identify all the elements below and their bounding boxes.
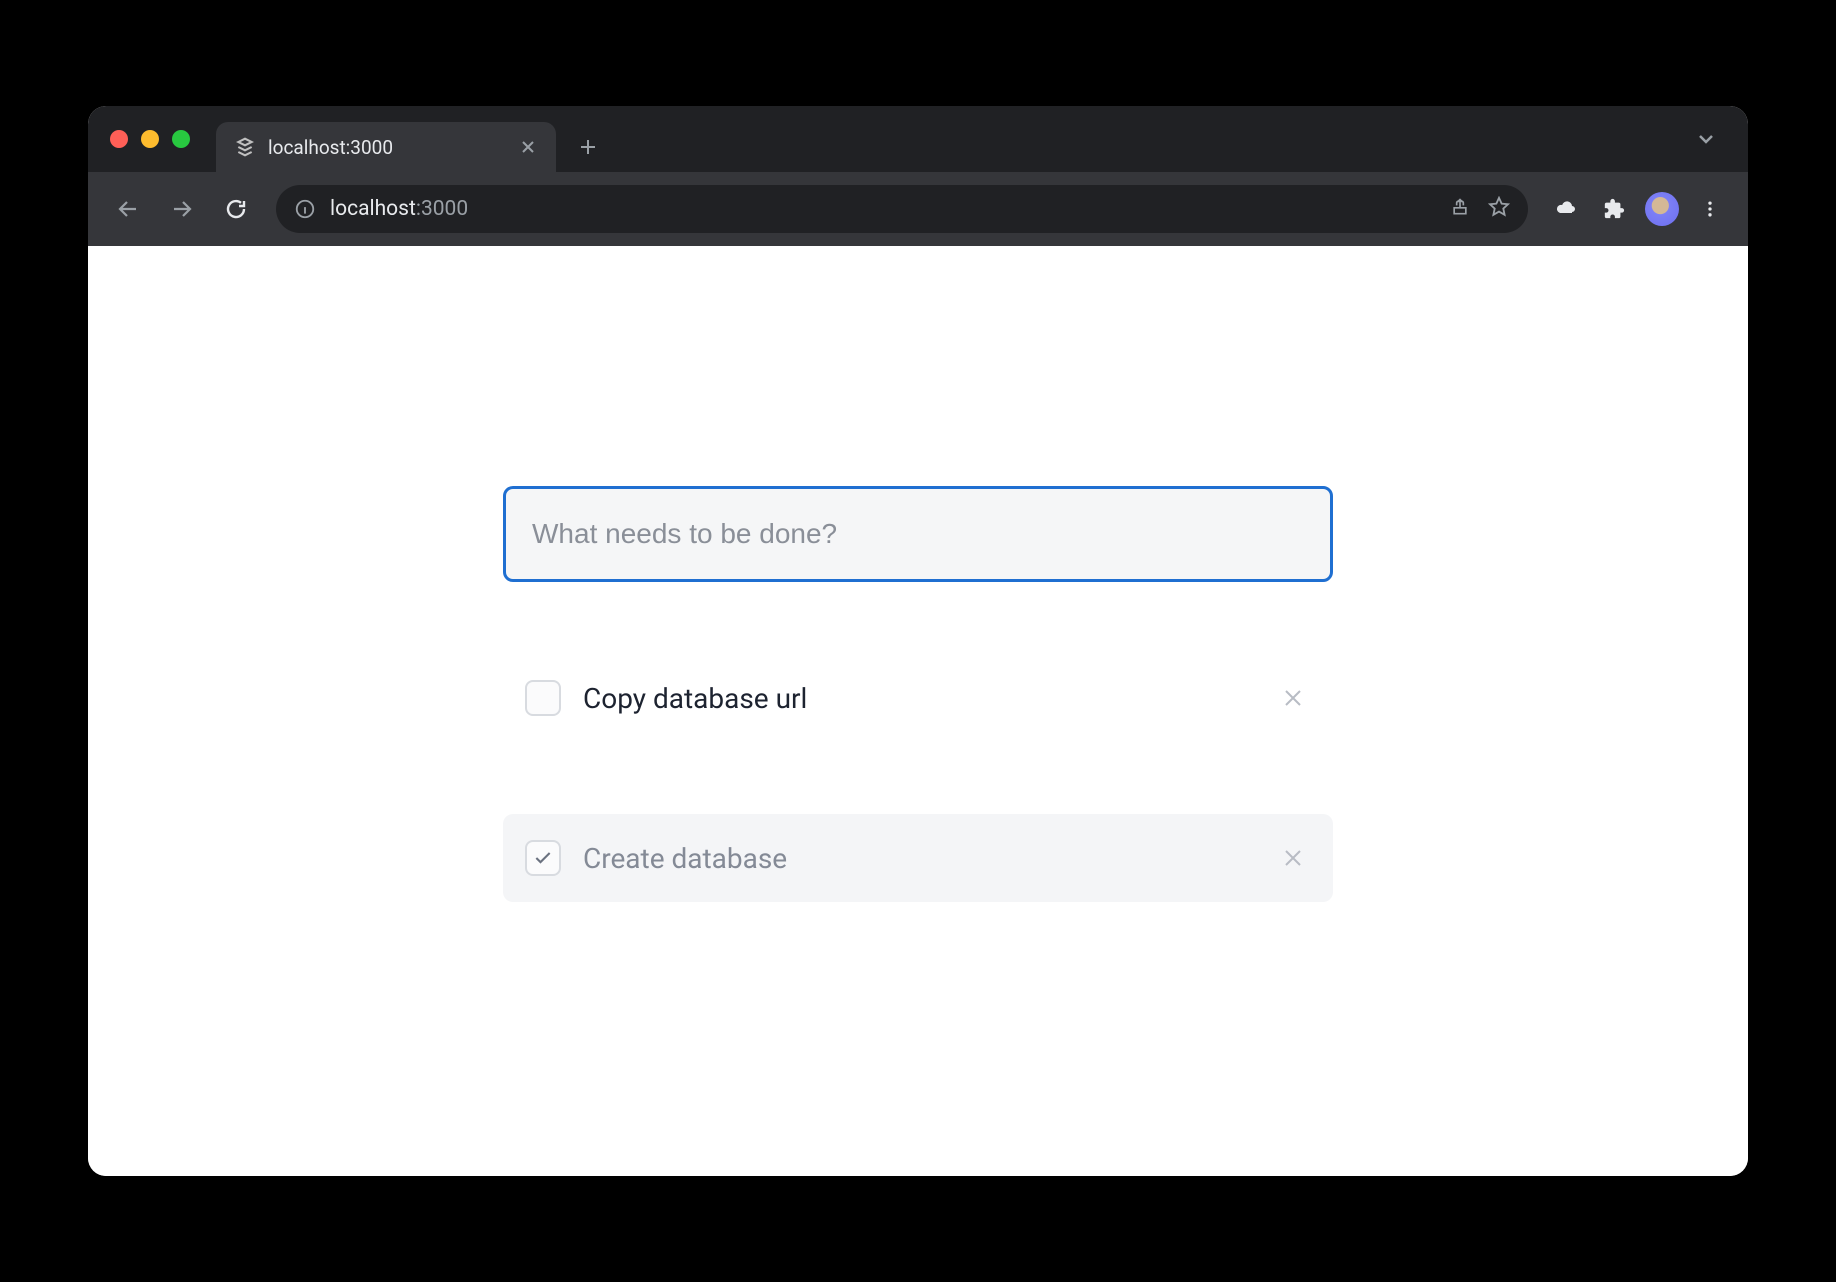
cloud-icon[interactable]: [1546, 189, 1586, 229]
forward-button[interactable]: [160, 187, 204, 231]
tab-close-button[interactable]: [518, 137, 538, 157]
back-button[interactable]: [106, 187, 150, 231]
url-text: localhost:3000: [330, 197, 468, 221]
omnibox-actions: [1450, 196, 1510, 222]
page-content: Copy database url Create database: [88, 246, 1748, 1176]
window-controls: [110, 130, 190, 148]
share-icon[interactable]: [1450, 197, 1470, 221]
browser-window: localhost:3000: [88, 106, 1748, 1176]
tab-strip: localhost:3000: [88, 106, 1748, 172]
window-close-button[interactable]: [110, 130, 128, 148]
todo-item: Create database: [503, 814, 1333, 902]
menu-icon[interactable]: [1690, 189, 1730, 229]
favicon-icon: [234, 136, 256, 158]
window-maximize-button[interactable]: [172, 130, 190, 148]
address-bar[interactable]: localhost:3000: [276, 185, 1528, 233]
window-minimize-button[interactable]: [141, 130, 159, 148]
delete-todo-button[interactable]: [1275, 680, 1311, 716]
toolbar-actions: [1546, 189, 1730, 229]
url-host: localhost: [330, 197, 416, 221]
todo-list: Copy database url Create database: [503, 654, 1333, 902]
todo-item: Copy database url: [503, 654, 1333, 742]
todo-checkbox[interactable]: [525, 680, 561, 716]
tab-title: localhost:3000: [268, 136, 506, 159]
site-info-icon[interactable]: [294, 198, 316, 220]
todo-label: Copy database url: [583, 682, 1253, 715]
tabs-dropdown-button[interactable]: [1686, 119, 1726, 159]
new-todo-input[interactable]: [503, 486, 1333, 582]
new-tab-button[interactable]: [568, 127, 608, 167]
reload-button[interactable]: [214, 187, 258, 231]
extensions-icon[interactable]: [1594, 189, 1634, 229]
profile-avatar[interactable]: [1642, 189, 1682, 229]
browser-tab[interactable]: localhost:3000: [216, 122, 556, 172]
todo-label: Create database: [583, 842, 1253, 875]
browser-chrome: localhost:3000: [88, 106, 1748, 246]
todo-app: Copy database url Create database: [503, 486, 1333, 1176]
browser-toolbar: localhost:3000: [88, 172, 1748, 246]
url-port: :3000: [416, 197, 468, 221]
delete-todo-button[interactable]: [1275, 840, 1311, 876]
todo-checkbox[interactable]: [525, 840, 561, 876]
bookmark-icon[interactable]: [1488, 196, 1510, 222]
